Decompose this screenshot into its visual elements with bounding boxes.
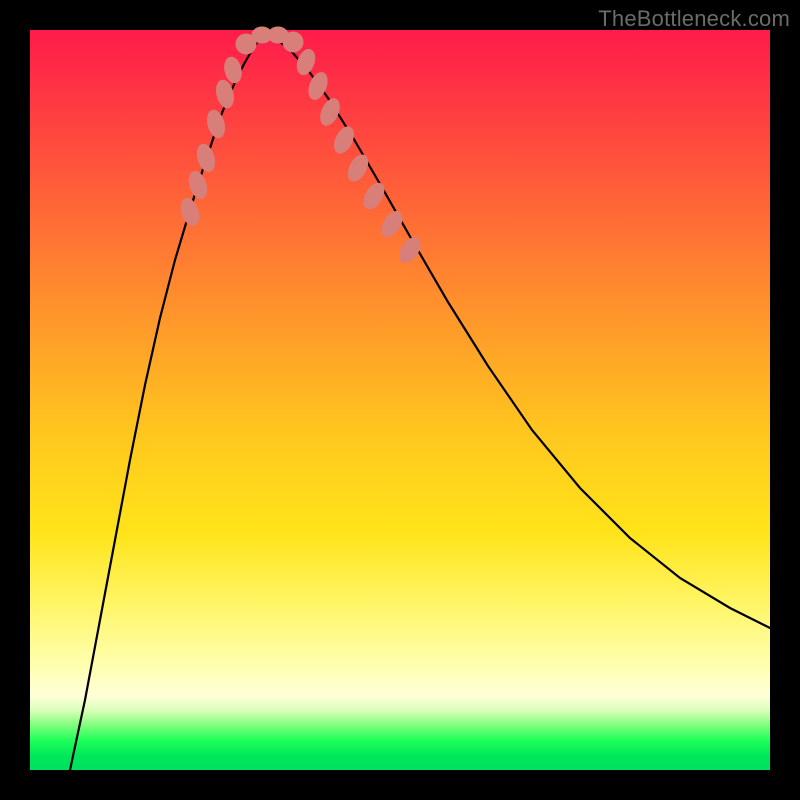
bead-marker	[214, 78, 236, 109]
chart-frame: TheBottleneck.com	[0, 0, 800, 800]
bead-marker	[294, 47, 318, 77]
bead-marker	[222, 56, 243, 85]
left-curve	[70, 33, 266, 770]
bead-marker	[186, 169, 210, 201]
bead-marker	[205, 108, 228, 139]
bead-group	[178, 27, 424, 266]
bead-marker	[360, 180, 388, 212]
watermark-text: TheBottleneck.com	[598, 6, 790, 32]
bead-marker	[283, 32, 303, 52]
bead-marker	[344, 152, 371, 184]
bead-marker	[396, 234, 425, 266]
plot-area	[30, 30, 770, 770]
curve-layer	[30, 30, 770, 770]
right-curve	[266, 33, 770, 628]
bead-marker	[178, 196, 202, 228]
bead-marker	[194, 142, 217, 173]
bead-marker	[317, 96, 343, 128]
